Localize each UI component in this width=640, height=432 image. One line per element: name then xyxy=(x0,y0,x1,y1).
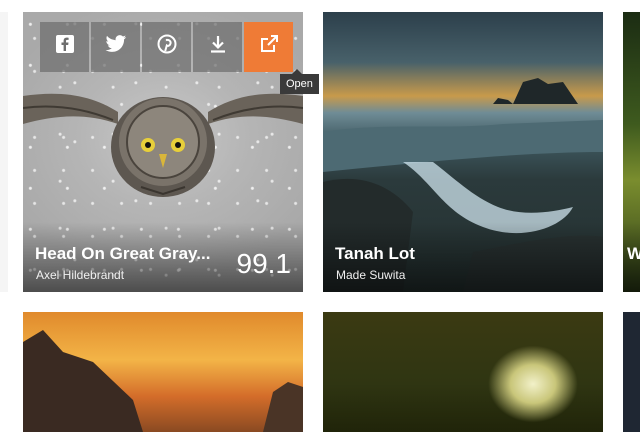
twitter-button[interactable] xyxy=(91,22,140,72)
card-author[interactable]: Axel Hildebrandt xyxy=(36,268,124,282)
photo-image xyxy=(323,312,603,432)
photo-card-sunset[interactable] xyxy=(23,312,303,432)
share-toolbar xyxy=(40,22,293,72)
card-author[interactable]: Made Suwita xyxy=(336,268,405,282)
left-edge-strip xyxy=(0,12,8,292)
photo-card-bokeh[interactable] xyxy=(323,312,603,432)
open-tooltip: Open xyxy=(280,69,319,94)
photo-image xyxy=(23,312,303,432)
card-score: 99.1 xyxy=(236,248,292,279)
card-caption: W xyxy=(623,222,640,292)
card-title[interactable]: Tanah Lot xyxy=(335,244,415,264)
facebook-button[interactable] xyxy=(40,22,89,72)
open-external-icon xyxy=(259,34,279,60)
photo-image xyxy=(623,312,640,432)
download-icon xyxy=(209,34,227,60)
card-caption: Tanah Lot Made Suwita xyxy=(323,222,603,292)
photo-card-partial-dark[interactable] xyxy=(623,312,640,432)
card-title[interactable]: Head On Great Gray... xyxy=(35,244,210,264)
facebook-icon xyxy=(55,34,75,60)
mountain-illustration xyxy=(23,330,303,432)
card-title[interactable]: W xyxy=(627,244,640,264)
photo-card-tanah-lot[interactable]: Tanah Lot Made Suwita xyxy=(323,12,603,292)
photo-card-partial[interactable]: W xyxy=(623,12,640,292)
pinterest-icon xyxy=(157,34,177,60)
card-caption: Head On Great Gray... Axel Hildebrandt 9… xyxy=(23,222,303,292)
pinterest-button[interactable] xyxy=(142,22,191,72)
open-external-button[interactable] xyxy=(244,22,293,72)
download-button[interactable] xyxy=(193,22,242,72)
twitter-icon xyxy=(105,34,127,60)
